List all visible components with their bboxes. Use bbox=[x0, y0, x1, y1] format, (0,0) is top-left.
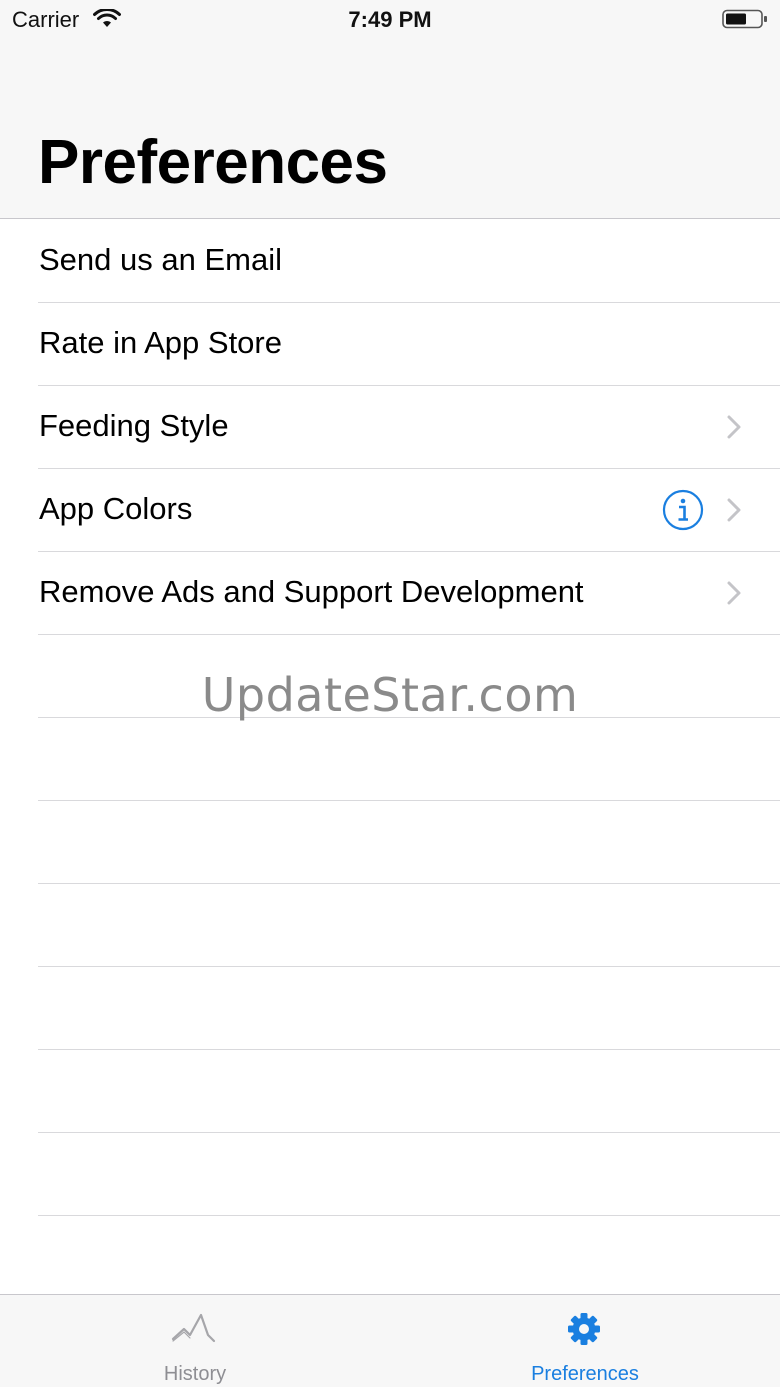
empty-row bbox=[0, 801, 780, 884]
chart-line-icon bbox=[171, 1313, 216, 1343]
list-item-app-colors[interactable]: App Colors bbox=[0, 469, 780, 552]
list-item-label: App Colors bbox=[39, 491, 193, 526]
empty-row bbox=[0, 967, 780, 1050]
tab-history[interactable]: History bbox=[0, 1295, 390, 1387]
empty-row bbox=[0, 718, 780, 801]
battery-icon bbox=[722, 9, 767, 29]
chevron-right-icon bbox=[727, 498, 741, 522]
tab-preferences[interactable]: Preferences bbox=[390, 1295, 780, 1387]
list-item-send-email[interactable]: Send us an Email bbox=[0, 220, 780, 303]
tab-bar: History Preferences bbox=[0, 1294, 780, 1387]
status-time: 7:49 PM bbox=[348, 7, 432, 32]
chevron-right-icon bbox=[727, 581, 741, 605]
tab-label: History bbox=[163, 1363, 227, 1385]
chevron-right-icon bbox=[727, 415, 741, 439]
navigation-header: Preferences bbox=[0, 40, 780, 219]
list-item-feeding-style[interactable]: Feeding Style bbox=[0, 386, 780, 469]
list-item-rate-app[interactable]: Rate in App Store bbox=[0, 303, 780, 386]
page-title: Preferences bbox=[38, 128, 388, 197]
list-item-label: Send us an Email bbox=[39, 242, 282, 277]
list-item-label: Feeding Style bbox=[39, 408, 229, 443]
empty-row bbox=[0, 884, 780, 967]
list-item-label: Rate in App Store bbox=[39, 325, 282, 360]
watermark: UpdateStar.com bbox=[201, 668, 579, 722]
gear-icon bbox=[568, 1313, 600, 1345]
info-icon[interactable] bbox=[662, 489, 704, 531]
empty-row bbox=[0, 1133, 780, 1216]
tab-label: Preferences bbox=[531, 1363, 639, 1385]
list-item-label: Remove Ads and Support Development bbox=[39, 574, 584, 609]
list-item-remove-ads[interactable]: Remove Ads and Support Development bbox=[0, 552, 780, 635]
status-bar: Carrier 7:49 PM bbox=[0, 0, 780, 40]
empty-row bbox=[0, 1050, 780, 1133]
